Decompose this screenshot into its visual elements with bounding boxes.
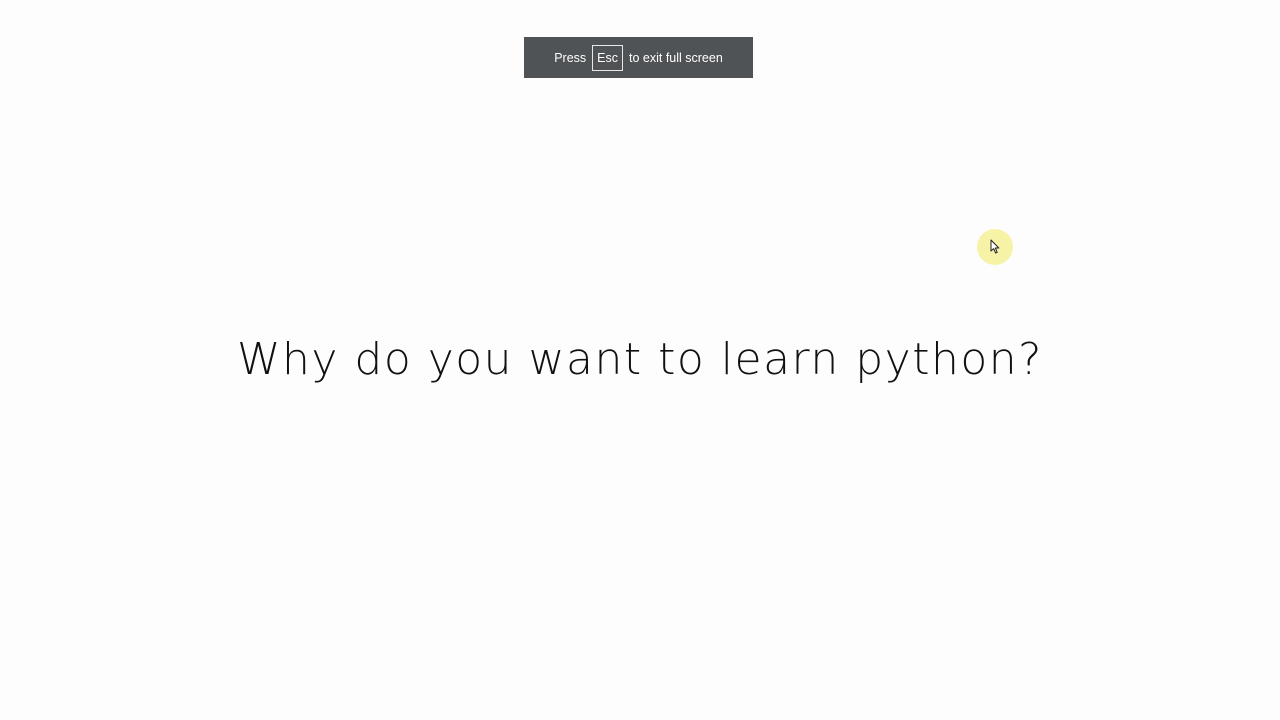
notice-suffix: to exit full screen xyxy=(629,50,723,65)
presentation-stage: Press Esc to exit full screen Why do you… xyxy=(0,0,1280,720)
cursor-highlight xyxy=(977,229,1013,265)
notice-prefix: Press xyxy=(554,50,587,65)
mouse-pointer-icon xyxy=(990,239,1000,254)
fullscreen-exit-notice: Press Esc to exit full screen xyxy=(524,37,753,78)
slide-headline: Why do you want to learn python? xyxy=(236,334,1044,385)
esc-key-badge: Esc xyxy=(592,44,623,71)
